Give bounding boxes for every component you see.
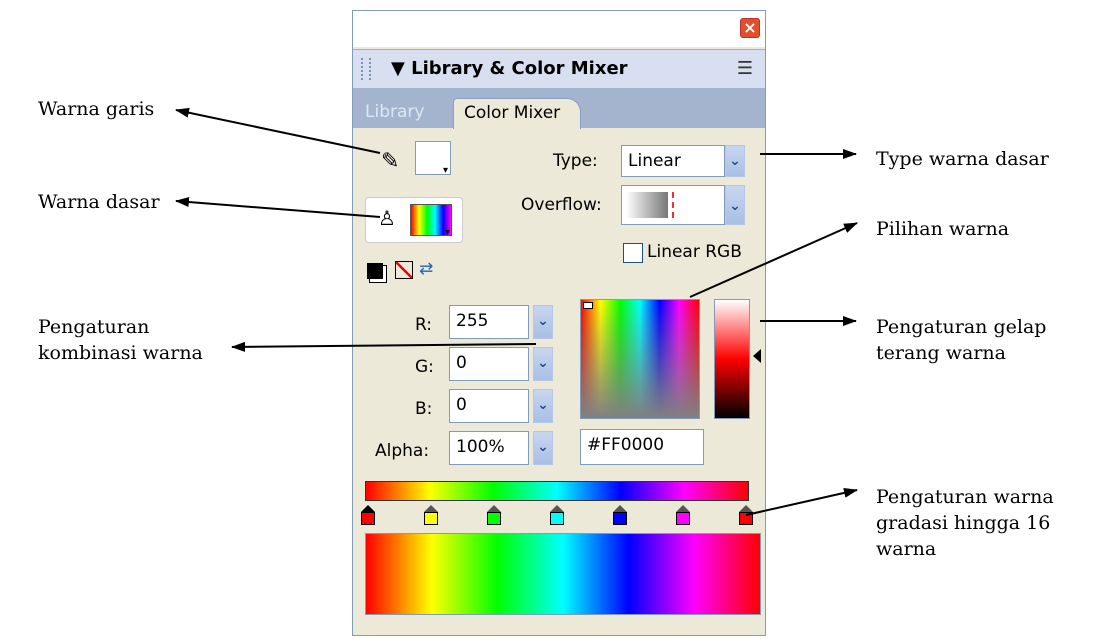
arrow-warna-garis bbox=[175, 107, 381, 154]
arrow-gradasi bbox=[745, 487, 858, 516]
arrow-warna-dasar bbox=[175, 197, 381, 218]
arrow-pengaturan-kombinasi bbox=[231, 341, 537, 352]
annotation-arrows bbox=[175, 107, 858, 516]
arrow-pilihan-warna bbox=[689, 222, 858, 298]
